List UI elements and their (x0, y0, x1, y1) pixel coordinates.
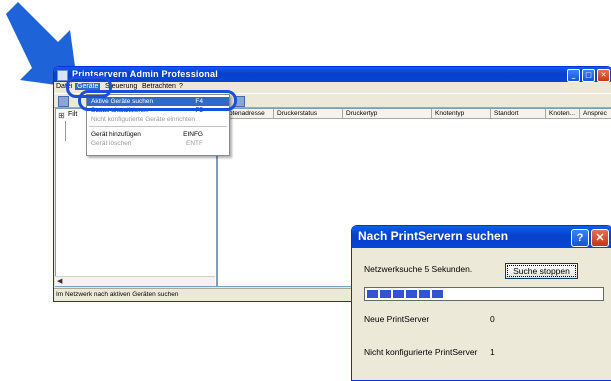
progress-block (406, 290, 417, 298)
tree-root-icon: ⊞ (58, 111, 65, 120)
column-header-node-name[interactable]: Knoten... (546, 109, 580, 119)
highlight-oval-menu-item (78, 90, 237, 111)
search-dialog: Nach PrintServern suchen ? ✕ Netzwerksuc… (351, 225, 611, 381)
unconfigured-printservers-label: Nicht konfigurierte PrintServer (364, 347, 478, 357)
dialog-titlebar[interactable]: Nach PrintServern suchen ? ✕ (352, 226, 611, 248)
column-header-node-type[interactable]: Knotentyp (432, 109, 491, 119)
menu-item-label: Gerät hinzufügen (91, 131, 141, 138)
tree-root-label[interactable]: Filt (68, 111, 77, 118)
dialog-close-button[interactable]: ✕ (591, 229, 609, 247)
menu-item-add-device[interactable]: Gerät hinzufügen EINFG (87, 130, 229, 139)
column-header-printer-type[interactable]: Druckertyp (343, 109, 432, 119)
menu-view[interactable]: Betrachten (142, 83, 176, 90)
close-button[interactable]: ✕ (597, 69, 610, 82)
search-status-text: Netzwerksuche 5 Sekunden. (364, 264, 473, 274)
column-header-location[interactable]: Standort (491, 109, 546, 119)
column-header-contact[interactable]: Ansprec (580, 109, 611, 119)
menu-help[interactable]: ? (179, 83, 183, 90)
maximize-button[interactable]: □ (582, 69, 595, 82)
scroll-left-icon[interactable]: ◀ (57, 277, 62, 285)
main-titlebar[interactable]: Printservern Admin Professional _ □ ✕ (54, 67, 611, 82)
menu-item-delete-device: Gerät löschen ENTF (87, 139, 229, 148)
progress-block (432, 290, 443, 298)
tree-line (65, 121, 66, 141)
menu-item-label: Nicht konfigurierte Geräte einrichten (91, 116, 196, 123)
unconfigured-printservers-value: 1 (490, 347, 495, 357)
new-printservers-value: 0 (490, 314, 495, 324)
menu-item-shortcut: EINFG (183, 131, 203, 138)
progress-block (367, 290, 378, 298)
menu-separator (89, 126, 227, 127)
minimize-button[interactable]: _ (567, 69, 580, 82)
column-header-printer-status[interactable]: Druckerstatus (274, 109, 343, 119)
dialog-title: Nach PrintServern suchen (358, 229, 509, 243)
search-progress-bar (364, 287, 604, 301)
menu-item-label: Gerät löschen (91, 140, 132, 147)
app-icon (57, 70, 68, 81)
help-button[interactable]: ? (571, 229, 589, 247)
toolbar-search-icon[interactable] (58, 96, 69, 107)
new-printservers-label: Neue PrintServer (364, 314, 430, 324)
progress-block (419, 290, 430, 298)
progress-block (393, 290, 404, 298)
stop-search-button[interactable]: Suche stoppen (505, 263, 578, 279)
menu-item-setup-unconfigured: Nicht konfigurierte Geräte einrichten (87, 115, 229, 124)
menu-item-shortcut: ENTF (186, 140, 203, 147)
horizontal-scrollbar[interactable]: ◀ (55, 276, 215, 286)
progress-fill (367, 290, 443, 298)
progress-block (380, 290, 391, 298)
